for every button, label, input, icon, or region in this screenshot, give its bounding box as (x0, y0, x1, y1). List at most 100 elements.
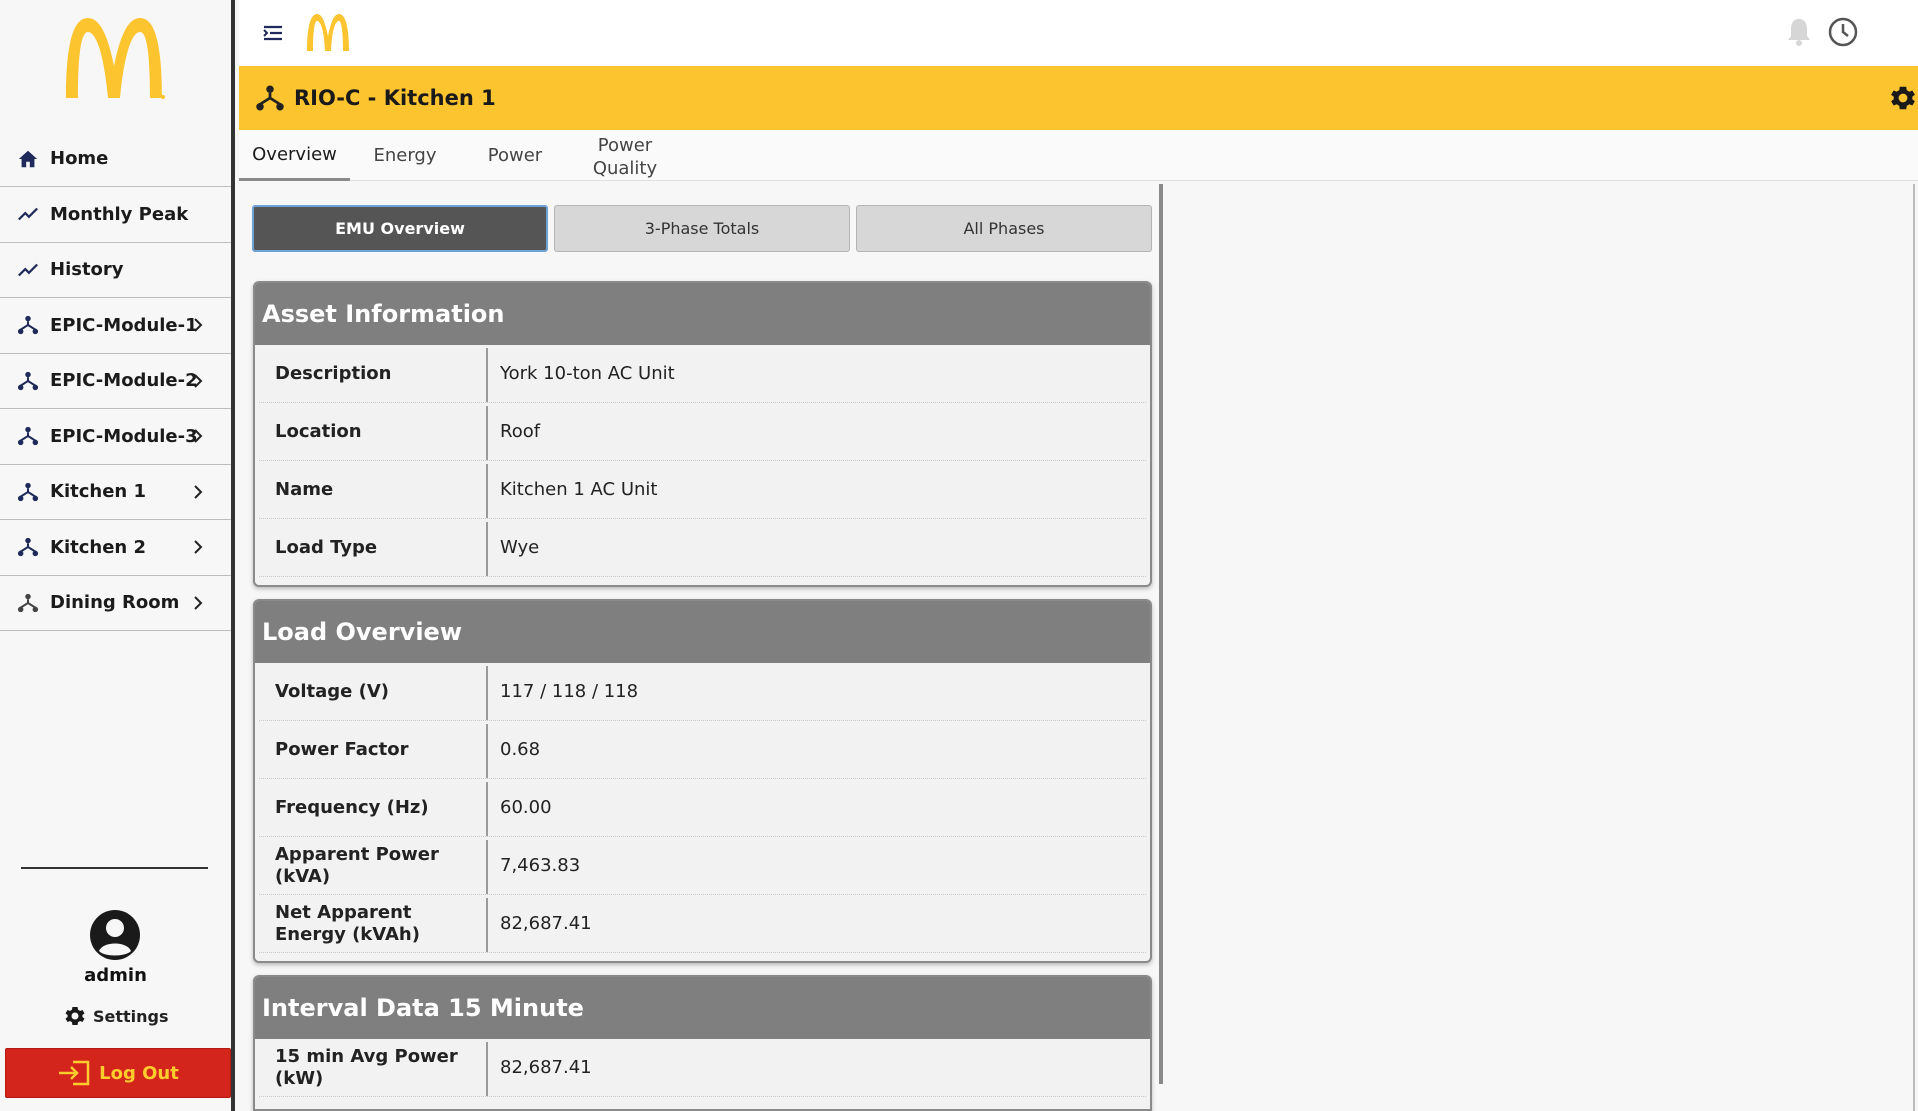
table-row: Description York 10-ton AC Unit (259, 345, 1146, 403)
sidebar-divider (21, 867, 208, 869)
table-row: Power Factor 0.68 (259, 721, 1146, 779)
tab-label: Power Quality (592, 134, 658, 179)
sidebar-item-label: Monthly Peak (50, 203, 189, 225)
tab-power-quality[interactable]: Power Quality (570, 130, 680, 181)
all-phases-button[interactable]: All Phases (856, 205, 1152, 252)
hierarchy-icon (16, 591, 40, 615)
bell-icon[interactable] (1784, 16, 1814, 48)
row-value: Kitchen 1 AC Unit (500, 479, 658, 500)
table-row: Voltage (V) 117 / 118 / 118 (259, 663, 1146, 721)
row-key: Location (275, 420, 362, 442)
card-title: Interval Data 15 Minute (255, 977, 1150, 1039)
sidebar-nav: Home Monthly Peak History EPIC-Module-1 (0, 131, 231, 631)
emu-overview-button[interactable]: EMU Overview (252, 205, 548, 252)
sidebar-item-home[interactable]: Home (0, 131, 231, 187)
hierarchy-icon (16, 535, 40, 559)
table-row: Name Kitchen 1 AC Unit (259, 461, 1146, 519)
sidebar-item-label: Kitchen 2 (50, 536, 147, 558)
gear-icon (65, 1007, 85, 1025)
tab-energy[interactable]: Energy (350, 130, 460, 181)
table-row: Net Apparent Energy (kVAh) 82,687.41 (259, 895, 1146, 953)
card-title: Load Overview (255, 601, 1150, 663)
table-row: Load Type Wye (259, 519, 1146, 577)
tab-power[interactable]: Power (460, 130, 570, 181)
sidebar-item-label: History (50, 259, 124, 281)
hierarchy-icon (16, 313, 40, 337)
load-overview-card: Load Overview Voltage (V) 117 / 118 / 118… (253, 599, 1152, 963)
row-key: 15 min Avg Power (kW) (275, 1045, 458, 1089)
chevron-right-icon (193, 540, 207, 554)
chevron-right-icon (193, 374, 207, 388)
row-key: Voltage (V) (275, 680, 389, 702)
row-value: 0.68 (500, 739, 541, 760)
logout-button[interactable]: Log Out (5, 1048, 231, 1098)
chevron-right-icon (193, 485, 207, 499)
view-selector: EMU Overview 3-Phase Totals All Phases (252, 205, 1152, 253)
sidebar-item-label: EPIC-Module-1 (50, 314, 198, 336)
sidebar-item-label: Home (50, 148, 109, 169)
gear-icon[interactable] (1888, 83, 1918, 113)
row-value: Roof (500, 421, 541, 442)
interval-data-card: Interval Data 15 Minute 15 min Avg Power… (253, 975, 1152, 1111)
sidebar-item-label: EPIC-Module-2 (50, 370, 198, 392)
top-bar (239, 0, 1918, 66)
clock-icon[interactable] (1828, 17, 1858, 47)
golden-arches-logo[interactable] (305, 12, 351, 52)
table-row: Apparent Power (kVA) 7,463.83 (259, 837, 1146, 895)
three-phase-totals-button[interactable]: 3-Phase Totals (554, 205, 850, 252)
login-arrow-icon (59, 1060, 90, 1086)
sidebar-item-epic-module-3[interactable]: EPIC-Module-3 (0, 409, 231, 465)
row-value: Wye (500, 537, 540, 558)
sidebar-item-dining-room[interactable]: Dining Room (0, 576, 231, 631)
trend-icon (16, 202, 40, 226)
row-key: Load Type (275, 536, 378, 558)
sidebar-item-kitchen-1[interactable]: Kitchen 1 (0, 465, 231, 520)
row-value: 82,687.41 (500, 913, 592, 934)
sidebar-item-kitchen-2[interactable]: Kitchen 2 (0, 520, 231, 576)
row-value: York 10-ton AC Unit (500, 363, 675, 384)
panel-divider (1913, 184, 1915, 1111)
row-value: 60.00 (500, 797, 552, 818)
table-row: Location Roof (259, 403, 1146, 461)
page-header: RIO-C - Kitchen 1 (239, 66, 1918, 130)
hierarchy-icon (256, 85, 284, 111)
avatar-icon[interactable] (89, 909, 141, 961)
menu-collapse-icon[interactable] (261, 21, 285, 45)
asset-information-card: Asset Information Description York 10-ton… (253, 281, 1152, 587)
sidebar-item-epic-module-2[interactable]: EPIC-Module-2 (0, 354, 231, 409)
logout-label: Log Out (99, 1062, 179, 1084)
content-scrollbar[interactable] (1159, 184, 1163, 1084)
sidebar-item-label: Kitchen 1 (50, 481, 147, 503)
trend-icon (16, 258, 40, 282)
tab-bar: Overview Energy Power Power Quality (239, 130, 1918, 181)
hierarchy-icon (16, 369, 40, 393)
row-key: Description (275, 362, 392, 384)
hierarchy-icon (16, 424, 40, 448)
sidebar: Home Monthly Peak History EPIC-Module-1 (0, 0, 235, 1111)
table-row: 15 min Avg Power (kW) 82,687.41 (259, 1039, 1146, 1097)
settings-link[interactable]: Settings (63, 1004, 169, 1028)
home-icon (16, 147, 40, 171)
row-key: Net Apparent Energy (kVAh) (275, 901, 420, 945)
sidebar-item-epic-module-1[interactable]: EPIC-Module-1 (0, 298, 231, 354)
sidebar-item-label: Dining Room (50, 592, 180, 614)
page-title: RIO-C - Kitchen 1 (294, 86, 496, 110)
row-value: 7,463.83 (500, 855, 581, 876)
row-key: Apparent Power (kVA) (275, 843, 439, 887)
username: admin (84, 965, 147, 986)
card-title: Asset Information (255, 283, 1150, 345)
chevron-right-icon (193, 429, 207, 443)
settings-label: Settings (93, 1006, 169, 1026)
chevron-right-icon (193, 596, 207, 610)
sidebar-item-label: EPIC-Module-3 (50, 425, 198, 447)
hierarchy-icon (16, 480, 40, 504)
table-row: Frequency (Hz) 60.00 (259, 779, 1146, 837)
row-key: Frequency (Hz) (275, 796, 429, 818)
chevron-right-icon (193, 318, 207, 332)
sidebar-item-monthly-peak[interactable]: Monthly Peak (0, 187, 231, 243)
row-key: Power Factor (275, 738, 409, 760)
row-value: 82,687.41 (500, 1057, 592, 1078)
sidebar-item-history[interactable]: History (0, 243, 231, 298)
golden-arches-logo[interactable] (62, 14, 166, 100)
tab-overview[interactable]: Overview (239, 130, 350, 181)
